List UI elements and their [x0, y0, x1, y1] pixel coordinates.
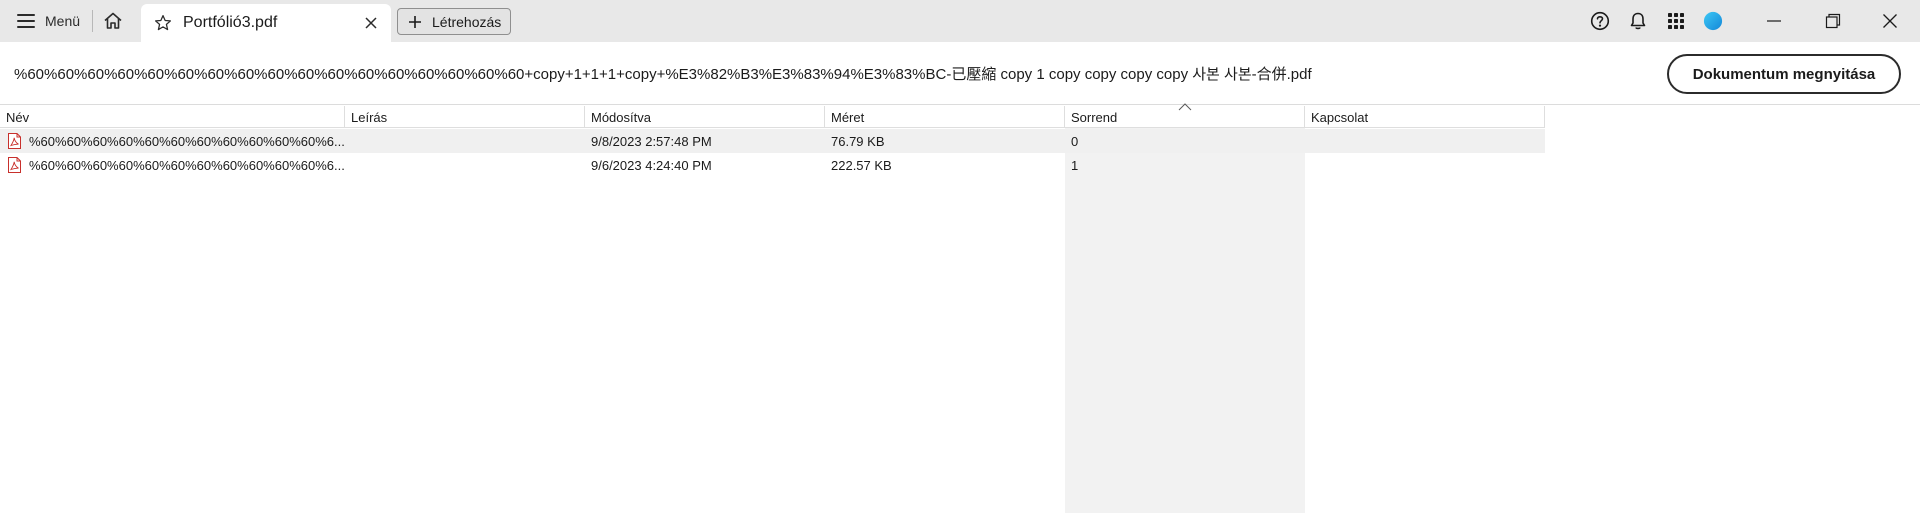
- sort-ascending-icon: [1178, 103, 1192, 111]
- file-name: %60%60%60%60%60%60%60%60%60%60%60%6...: [29, 133, 345, 149]
- home-button[interactable]: [93, 0, 133, 42]
- menu-button[interactable]: Menü: [0, 0, 92, 42]
- cell-description: [345, 129, 585, 153]
- menu-label: Menü: [45, 13, 81, 29]
- cell-size: 76.79 KB: [831, 134, 885, 149]
- restore-button[interactable]: [1820, 8, 1846, 34]
- cell-link: [1305, 129, 1545, 153]
- cell-size: 222.57 KB: [831, 158, 892, 173]
- table-header: Név Leírás Módosítva Méret Sorrend Kapcs…: [0, 106, 1545, 128]
- column-header-name[interactable]: Név: [0, 106, 345, 128]
- cell-description: [345, 153, 585, 177]
- cell-order: 0: [1071, 134, 1079, 149]
- cell-name: %60%60%60%60%60%60%60%60%60%60%60%6...: [0, 129, 345, 153]
- pdf-file-icon: [8, 133, 21, 149]
- cell-modified: 9/8/2023 2:57:48 PM: [591, 134, 712, 149]
- tab-title: Portfólió3.pdf: [183, 14, 278, 31]
- sorted-column-highlight: [1065, 128, 1305, 513]
- plus-icon: [409, 15, 421, 28]
- create-label: Létrehozás: [432, 13, 502, 30]
- document-name: %60%60%60%60%60%60%60%60%60%60%60%60%60%…: [14, 66, 1312, 83]
- close-window-button[interactable]: [1877, 8, 1903, 34]
- cell-link: [1305, 153, 1545, 177]
- minimize-button[interactable]: [1761, 8, 1787, 34]
- avatar[interactable]: [1703, 11, 1723, 31]
- hamburger-icon: [17, 14, 35, 28]
- star-icon[interactable]: [153, 13, 173, 33]
- close-icon[interactable]: [363, 15, 379, 31]
- column-header-link[interactable]: Kapcsolat: [1305, 106, 1545, 128]
- bell-icon[interactable]: [1628, 11, 1648, 31]
- column-header-description[interactable]: Leírás: [345, 106, 585, 128]
- cell-name: %60%60%60%60%60%60%60%60%60%60%60%6...: [0, 153, 345, 177]
- home-icon: [104, 12, 122, 29]
- cell-order: 1: [1071, 158, 1079, 173]
- document-header: %60%60%60%60%60%60%60%60%60%60%60%60%60%…: [0, 42, 1920, 105]
- pdf-file-icon: [8, 157, 21, 173]
- table-row[interactable]: %60%60%60%60%60%60%60%60%60%60%60%6... 9…: [0, 153, 1545, 177]
- help-icon[interactable]: [1590, 11, 1610, 31]
- cell-modified: 9/6/2023 4:24:40 PM: [591, 158, 712, 173]
- column-header-modified[interactable]: Módosítva: [585, 106, 825, 128]
- apps-grid-icon[interactable]: [1666, 11, 1686, 31]
- column-header-size[interactable]: Méret: [825, 106, 1065, 128]
- file-name: %60%60%60%60%60%60%60%60%60%60%60%6...: [29, 157, 345, 173]
- tab-document[interactable]: Portfólió3.pdf: [141, 4, 391, 42]
- create-button[interactable]: Létrehozás: [397, 8, 511, 35]
- table-row[interactable]: %60%60%60%60%60%60%60%60%60%60%60%6... 9…: [0, 129, 1545, 153]
- open-document-button[interactable]: Dokumentum megnyitása: [1667, 54, 1901, 94]
